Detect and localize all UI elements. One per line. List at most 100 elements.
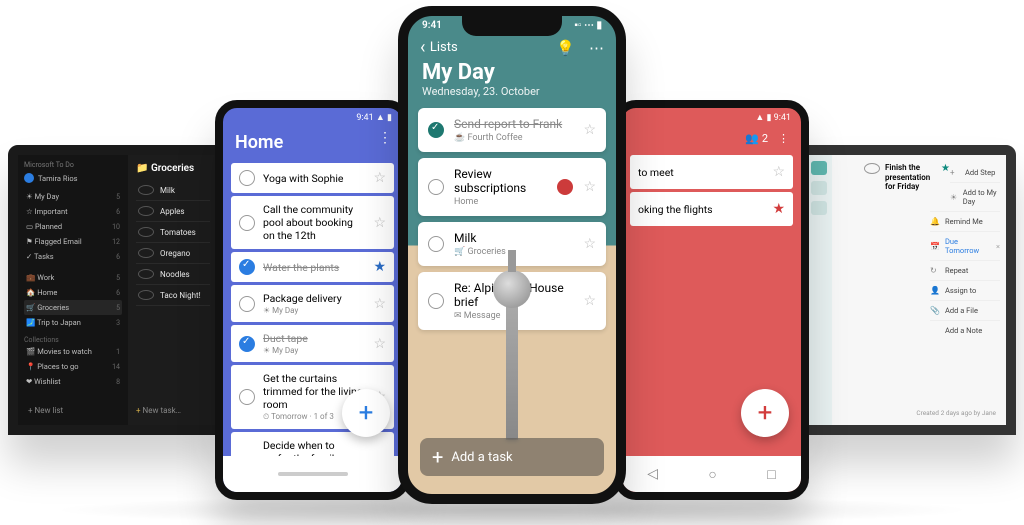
task-item[interactable]: Package delivery ☀ My Day ☆ xyxy=(231,285,394,322)
star-icon[interactable]: ☆ xyxy=(583,236,596,252)
add-task-fab[interactable]: + xyxy=(342,389,390,437)
star-icon[interactable]: ☆ xyxy=(373,296,386,312)
user-profile[interactable]: Tamira Rios xyxy=(24,173,122,183)
row-icon: + xyxy=(950,168,960,177)
list-title: Groceries xyxy=(151,163,194,174)
add-task-bar[interactable]: + Add a task xyxy=(420,438,604,476)
plus-icon: + xyxy=(432,447,443,467)
task-item[interactable]: Oregano xyxy=(136,243,210,264)
task-item[interactable]: Taco Night! xyxy=(136,285,210,306)
nav-tab[interactable] xyxy=(811,201,827,215)
more-icon[interactable]: ⋮ xyxy=(778,132,789,145)
task-text: Milk xyxy=(454,231,573,245)
sidebar-item[interactable]: ☆ Important6 xyxy=(24,204,122,219)
laptop-light: Finish the presentation for Friday ★ + A… xyxy=(796,145,1016,435)
share-icon[interactable]: 👥 2 xyxy=(745,132,768,145)
task-item[interactable]: Review subscriptions Home ☆ xyxy=(418,158,606,216)
sidebar-item[interactable]: ✓ Tasks6 xyxy=(24,249,122,264)
task-item[interactable]: Tomatoes xyxy=(136,222,210,243)
sidebar-item[interactable]: 📍 Places to go14 xyxy=(24,359,122,374)
task-item[interactable]: Yoga with Sophie ☆ xyxy=(231,163,394,193)
sidebar-item[interactable]: ▭ Planned10 xyxy=(24,219,122,234)
sidebar-item[interactable]: ❤ Wishlist8 xyxy=(24,374,122,389)
sidebar-item[interactable]: 🏠 Home6 xyxy=(24,285,122,300)
row-icon: ☀ xyxy=(950,193,958,202)
sidebar-item[interactable]: 🗾 Trip to Japan3 xyxy=(24,315,122,330)
close-icon[interactable]: × xyxy=(996,242,1000,251)
new-task-button[interactable]: New task… xyxy=(136,406,181,415)
task-checkbox[interactable] xyxy=(138,290,154,300)
more-icon[interactable]: ⋮ xyxy=(378,130,392,146)
task-footer: Created 2 days ago by Jane xyxy=(916,409,996,417)
suggestions-icon[interactable]: 💡 xyxy=(556,39,575,57)
row-label: Assign to xyxy=(945,286,976,295)
detail-row[interactable]: ↻ Repeat xyxy=(930,260,1000,280)
star-icon[interactable]: ☆ xyxy=(373,170,386,186)
task-checkbox[interactable] xyxy=(138,248,154,258)
task-text: Water the plants xyxy=(263,261,365,274)
task-item[interactable]: Noodles xyxy=(136,264,210,285)
task-checkbox[interactable] xyxy=(239,296,255,312)
task-checkbox[interactable] xyxy=(428,122,444,138)
task-checkbox[interactable] xyxy=(239,170,255,186)
star-icon[interactable]: ★ xyxy=(772,201,785,217)
star-icon[interactable]: ☆ xyxy=(373,336,386,352)
task-checkbox[interactable] xyxy=(239,215,255,231)
sidebar-item[interactable]: 🎬 Movies to watch1 xyxy=(24,344,122,359)
task-checkbox[interactable] xyxy=(428,293,444,309)
task-item[interactable]: Milk xyxy=(136,180,210,201)
task-checkbox[interactable] xyxy=(239,389,255,405)
add-task-fab[interactable]: + xyxy=(741,389,789,437)
notch xyxy=(462,14,562,36)
task-text: Package delivery xyxy=(263,292,365,305)
task-item[interactable]: Water the plants ★ xyxy=(231,252,394,282)
task-checkbox[interactable] xyxy=(239,336,255,352)
star-icon[interactable]: ☆ xyxy=(373,215,386,231)
task-item[interactable]: oking the flights ★ xyxy=(630,192,793,226)
task-checkbox[interactable] xyxy=(138,206,154,216)
detail-row[interactable]: + Add Step xyxy=(950,163,1000,182)
task-text: to meet xyxy=(638,166,764,179)
task-subtext: Home xyxy=(454,197,547,207)
detail-row[interactable]: ☀ Add to My Day xyxy=(950,182,1000,211)
nav-bar xyxy=(223,456,402,492)
task-item[interactable]: Send report to Frank ☕ Fourth Coffee ☆ xyxy=(418,108,606,152)
star-icon[interactable]: ★ xyxy=(373,259,386,275)
nav-recent-icon[interactable]: □ xyxy=(767,466,775,483)
more-icon[interactable]: ⋯ xyxy=(589,39,604,57)
sidebar-item[interactable]: 💼 Work5 xyxy=(24,270,122,285)
task-checkbox[interactable] xyxy=(138,227,154,237)
nav-back-icon[interactable]: ◁ xyxy=(647,466,658,482)
nav-tab-active[interactable] xyxy=(811,161,827,175)
sidebar-item[interactable]: ☀ My Day5 xyxy=(24,189,122,204)
nav-tab[interactable] xyxy=(811,181,827,195)
nav-bar: ◁ ○ □ xyxy=(622,456,801,492)
detail-row[interactable]: Add a Note xyxy=(930,320,1000,340)
detail-row[interactable]: 🔔 Remind Me xyxy=(930,211,1000,231)
detail-row[interactable]: 👤 Assign to xyxy=(930,280,1000,300)
sidebar-item[interactable]: 🛒 Groceries5 xyxy=(24,300,122,315)
star-icon[interactable]: ☆ xyxy=(772,164,785,180)
task-checkbox[interactable] xyxy=(428,179,444,195)
nav-home-icon[interactable]: ○ xyxy=(708,466,716,483)
task-checkbox[interactable] xyxy=(864,163,880,174)
detail-row[interactable]: 📎 Add a File xyxy=(930,300,1000,320)
task-item[interactable]: to meet ☆ xyxy=(630,155,793,189)
task-checkbox[interactable] xyxy=(138,185,154,195)
task-item[interactable]: Duct tape ☀ My Day ☆ xyxy=(231,325,394,362)
star-icon[interactable]: ☆ xyxy=(583,179,596,195)
star-icon[interactable]: ☆ xyxy=(583,122,596,138)
star-icon[interactable]: ★ xyxy=(941,163,950,174)
task-checkbox[interactable] xyxy=(138,269,154,279)
new-list-button[interactable]: New list xyxy=(28,406,63,415)
task-checkbox[interactable] xyxy=(428,236,444,252)
collections-header[interactable]: Collections xyxy=(24,336,122,344)
task-item[interactable]: Call the community pool about booking on… xyxy=(231,196,394,249)
task-checkbox[interactable] xyxy=(239,259,255,275)
sidebar-item[interactable]: ⚑ Flagged Email12 xyxy=(24,234,122,249)
sidebar: Microsoft To Do Tamira Rios ☀ My Day5 ☆ … xyxy=(18,155,128,425)
task-item[interactable]: Apples xyxy=(136,201,210,222)
back-button[interactable]: Lists xyxy=(420,37,458,58)
star-icon[interactable]: ☆ xyxy=(583,293,596,309)
detail-row[interactable]: 📅 Due Tomorrow × xyxy=(930,231,1000,260)
